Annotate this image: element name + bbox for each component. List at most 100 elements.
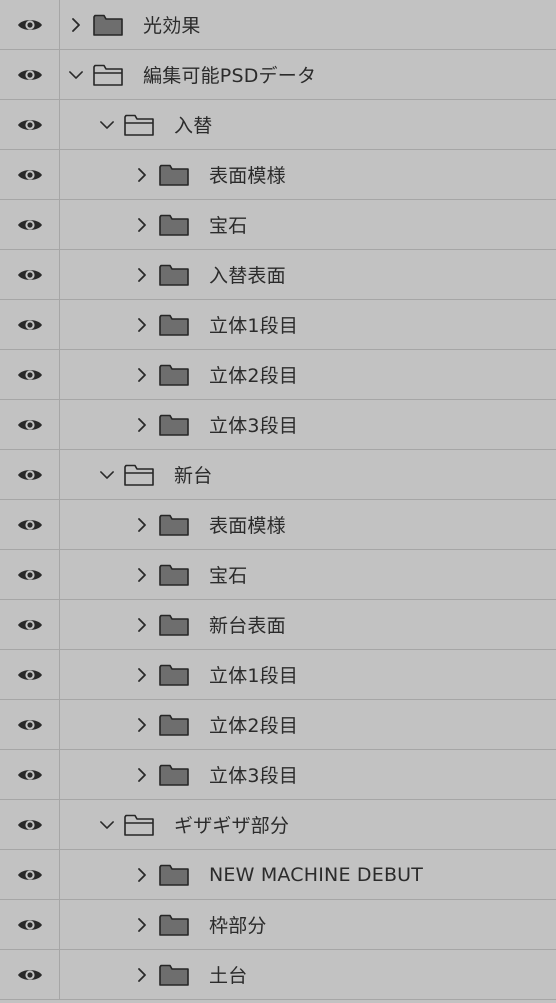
- layer-content[interactable]: 枠部分: [60, 900, 556, 949]
- layer-row[interactable]: 新台表面: [0, 600, 556, 650]
- layer-content[interactable]: 立体1段目: [60, 300, 556, 349]
- chevron-right-icon[interactable]: [135, 517, 149, 532]
- layer-row[interactable]: 新台: [0, 450, 556, 500]
- chevron-right-icon[interactable]: [135, 617, 149, 632]
- chevron-right-icon[interactable]: [135, 767, 149, 782]
- layer-content[interactable]: 宝石: [60, 200, 556, 249]
- layer-content[interactable]: 光効果: [60, 0, 556, 49]
- visibility-eye-icon[interactable]: [0, 950, 60, 999]
- visibility-eye-icon[interactable]: [0, 150, 60, 199]
- chevron-right-icon[interactable]: [135, 967, 149, 982]
- layer-row[interactable]: 枠部分: [0, 900, 556, 950]
- chevron-down-icon[interactable]: [69, 68, 83, 82]
- chevron-right-icon[interactable]: [135, 567, 149, 582]
- layer-name: 立体1段目: [209, 315, 299, 337]
- layer-content[interactable]: 入替表面: [60, 250, 556, 299]
- layer-content[interactable]: 入替: [60, 100, 556, 149]
- layer-content[interactable]: 編集可能PSDデータ: [60, 50, 556, 99]
- folder-icon: [159, 314, 189, 336]
- layer-content[interactable]: 新台表面: [60, 600, 556, 649]
- chevron-right-icon[interactable]: [135, 917, 149, 932]
- layer-row[interactable]: 表面模様: [0, 500, 556, 550]
- layer-content[interactable]: 立体3段目: [60, 400, 556, 449]
- layer-row[interactable]: 編集可能PSDデータ: [0, 50, 556, 100]
- chevron-right-icon[interactable]: [135, 717, 149, 732]
- layer-row[interactable]: 立体2段目: [0, 350, 556, 400]
- layer-row[interactable]: 立体3段目: [0, 750, 556, 800]
- layer-content[interactable]: 立体1段目: [60, 650, 556, 699]
- chevron-right-icon[interactable]: [135, 317, 149, 332]
- visibility-eye-icon[interactable]: [0, 650, 60, 699]
- layer-row[interactable]: 立体1段目: [0, 650, 556, 700]
- visibility-eye-icon[interactable]: [0, 50, 60, 99]
- folder-open-icon: [124, 814, 154, 836]
- layer-row[interactable]: 宝石: [0, 200, 556, 250]
- visibility-eye-icon[interactable]: [0, 200, 60, 249]
- visibility-eye-icon[interactable]: [0, 400, 60, 449]
- layer-content[interactable]: 立体2段目: [60, 700, 556, 749]
- layer-content[interactable]: 表面模様: [60, 150, 556, 199]
- layer-name: 入替表面: [209, 265, 286, 287]
- layer-row[interactable]: 光効果: [0, 0, 556, 50]
- layer-row[interactable]: NEW MACHINE DEBUT: [0, 850, 556, 900]
- visibility-eye-icon[interactable]: [0, 500, 60, 549]
- visibility-eye-icon[interactable]: [0, 850, 60, 899]
- chevron-right-icon[interactable]: [135, 867, 149, 882]
- chevron-right-icon[interactable]: [135, 217, 149, 232]
- layer-content[interactable]: 宝石: [60, 550, 556, 599]
- layer-row[interactable]: 土台: [0, 950, 556, 1000]
- visibility-eye-icon[interactable]: [0, 550, 60, 599]
- visibility-eye-icon[interactable]: [0, 0, 60, 49]
- visibility-eye-icon[interactable]: [0, 300, 60, 349]
- layer-row[interactable]: 宝石: [0, 550, 556, 600]
- layer-name: 宝石: [209, 215, 248, 237]
- chevron-right-icon[interactable]: [135, 167, 149, 182]
- layer-name: 宝石: [209, 565, 248, 587]
- chevron-right-icon[interactable]: [135, 667, 149, 682]
- layer-name: 新台: [174, 465, 213, 487]
- layer-name: ギザギザ部分: [174, 815, 290, 837]
- chevron-down-icon[interactable]: [100, 818, 114, 832]
- layer-content[interactable]: 表面模様: [60, 500, 556, 549]
- layer-row[interactable]: 入替表面: [0, 250, 556, 300]
- layer-content[interactable]: 立体3段目: [60, 750, 556, 799]
- layer-content[interactable]: NEW MACHINE DEBUT: [60, 850, 556, 899]
- folder-icon: [159, 514, 189, 536]
- layer-name: NEW MACHINE DEBUT: [209, 863, 424, 886]
- visibility-eye-icon[interactable]: [0, 700, 60, 749]
- folder-icon: [159, 264, 189, 286]
- visibility-eye-icon[interactable]: [0, 800, 60, 849]
- chevron-right-icon[interactable]: [135, 417, 149, 432]
- layers-panel: 光効果 編集可能PSDデータ 入替 表面模様 宝石 入替表面 立体1段目 立体2段目 立体3段目…: [0, 0, 556, 1003]
- chevron-right-icon[interactable]: [135, 267, 149, 282]
- layer-row[interactable]: 立体3段目: [0, 400, 556, 450]
- layer-content[interactable]: ギザギザ部分: [60, 800, 556, 849]
- folder-icon: [159, 214, 189, 236]
- visibility-eye-icon[interactable]: [0, 750, 60, 799]
- visibility-eye-icon[interactable]: [0, 900, 60, 949]
- visibility-eye-icon[interactable]: [0, 600, 60, 649]
- layer-row[interactable]: 立体2段目: [0, 700, 556, 750]
- visibility-eye-icon[interactable]: [0, 350, 60, 399]
- visibility-eye-icon[interactable]: [0, 250, 60, 299]
- chevron-down-icon[interactable]: [100, 468, 114, 482]
- layer-content[interactable]: 新台: [60, 450, 556, 499]
- chevron-right-icon[interactable]: [69, 17, 83, 32]
- layer-content[interactable]: 土台: [60, 950, 556, 999]
- layer-name: 立体1段目: [209, 665, 299, 687]
- chevron-right-icon[interactable]: [135, 367, 149, 382]
- layer-content[interactable]: 立体2段目: [60, 350, 556, 399]
- layer-row[interactable]: 入替: [0, 100, 556, 150]
- folder-icon: [159, 714, 189, 736]
- layer-name: 立体3段目: [209, 765, 299, 787]
- folder-icon: [93, 14, 123, 36]
- layer-row[interactable]: 表面模様: [0, 150, 556, 200]
- layer-name: 編集可能PSDデータ: [143, 65, 317, 87]
- visibility-eye-icon[interactable]: [0, 100, 60, 149]
- layer-row[interactable]: ギザギザ部分: [0, 800, 556, 850]
- folder-icon: [159, 764, 189, 786]
- layer-row[interactable]: 立体1段目: [0, 300, 556, 350]
- chevron-down-icon[interactable]: [100, 118, 114, 132]
- visibility-eye-icon[interactable]: [0, 450, 60, 499]
- folder-icon: [159, 614, 189, 636]
